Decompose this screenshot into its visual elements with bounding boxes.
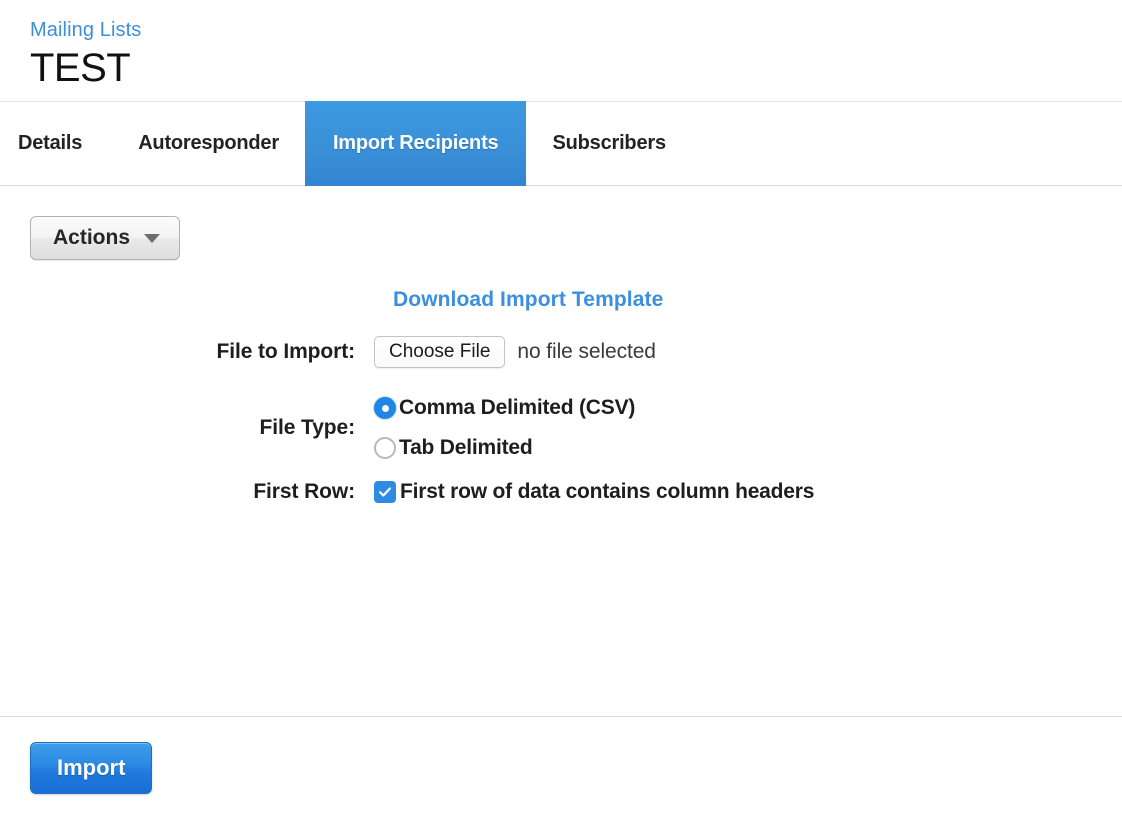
tab-import-recipients[interactable]: Import Recipients: [304, 101, 527, 186]
page-header: Mailing Lists TEST: [0, 0, 1122, 92]
choose-file-button[interactable]: Choose File: [374, 336, 506, 368]
download-import-template-link[interactable]: Download Import Template: [393, 288, 663, 311]
radio-unselected-icon: [374, 437, 396, 459]
first-row-label: First Row:: [253, 480, 355, 503]
first-row-row: First Row: First row of data contains co…: [0, 480, 1122, 504]
import-form: Download Import Template File to Import:…: [0, 260, 1122, 504]
chevron-down-icon: [144, 233, 161, 243]
file-type-control: Comma Delimited (CSV) Tab Delimited: [374, 396, 635, 460]
tab-autoresponder[interactable]: Autoresponder: [112, 102, 305, 185]
template-link-row: Download Import Template: [0, 288, 1122, 312]
import-button-label: Import: [57, 755, 126, 780]
file-type-row: File Type: Comma Delimited (CSV) Tab Del…: [0, 396, 1122, 460]
radio-comma-delimited-label: Comma Delimited (CSV): [399, 396, 636, 419]
radio-comma-delimited[interactable]: Comma Delimited (CSV): [374, 396, 635, 420]
tab-subscribers[interactable]: Subscribers: [526, 102, 691, 185]
toolbar: Actions: [0, 186, 1122, 260]
tab-autoresponder-label: Autoresponder: [138, 132, 279, 154]
checkbox-first-row-headers-label: First row of data contains column header…: [400, 480, 815, 503]
tab-details[interactable]: Details: [0, 102, 112, 185]
import-button[interactable]: Import: [30, 742, 153, 794]
file-to-import-row: File to Import: Choose File no file sele…: [0, 326, 1122, 378]
actions-button[interactable]: Actions: [30, 216, 181, 260]
radio-tab-delimited-label: Tab Delimited: [399, 436, 533, 459]
checkbox-first-row-headers[interactable]: First row of data contains column header…: [374, 480, 814, 504]
first-row-control: First row of data contains column header…: [374, 480, 814, 504]
file-to-import-control: Choose File no file selected: [374, 336, 656, 368]
breadcrumb-mailing-lists[interactable]: Mailing Lists: [30, 18, 141, 42]
file-to-import-label: File to Import:: [216, 340, 356, 363]
form-footer: Import: [0, 716, 1122, 794]
file-type-label: File Type:: [259, 416, 356, 439]
actions-button-label: Actions: [53, 226, 131, 249]
radio-selected-icon: [374, 397, 396, 419]
checkmark-icon: [374, 481, 396, 503]
file-type-radio-group: Comma Delimited (CSV) Tab Delimited: [374, 396, 635, 460]
radio-tab-delimited[interactable]: Tab Delimited: [374, 436, 635, 460]
tab-details-label: Details: [18, 132, 83, 154]
tab-bar: Details Autoresponder Import Recipients …: [0, 101, 1122, 186]
tab-subscribers-label: Subscribers: [552, 132, 666, 154]
tab-import-recipients-label: Import Recipients: [332, 132, 499, 154]
file-selection-status: no file selected: [517, 340, 656, 363]
page-title: TEST: [30, 46, 131, 90]
